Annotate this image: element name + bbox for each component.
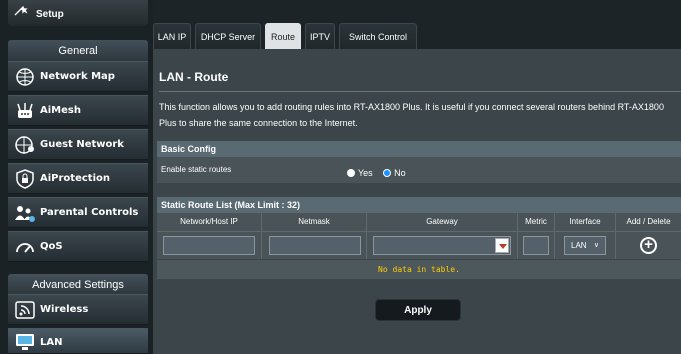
no-radio-label: No: [394, 167, 406, 178]
title-divider: [159, 91, 681, 92]
sidebar: Setup General Network Map AiMesh Guest N…: [0, 0, 153, 354]
sidebar-item-parental-controls[interactable]: Parental Controls: [8, 197, 148, 228]
col-gateway: Gateway: [426, 217, 458, 226]
tab-route[interactable]: Route: [265, 23, 301, 49]
sidebar-item-aiprotection[interactable]: AiProtection: [8, 163, 148, 194]
setup-label: Setup: [36, 9, 64, 20]
setup-button[interactable]: Setup: [8, 0, 148, 26]
router-admin-window: Setup General Network Map AiMesh Guest N…: [0, 0, 681, 354]
interface-select[interactable]: LAN ∨: [564, 236, 606, 255]
guest-network-icon: [15, 136, 34, 154]
chevron-down-icon: ∨: [593, 242, 599, 249]
dropdown-arrow-icon: [495, 238, 509, 253]
tab-iptv[interactable]: IPTV: [305, 23, 335, 49]
sidebar-item-network-map[interactable]: Network Map: [8, 61, 148, 92]
gateway-select[interactable]: [373, 236, 511, 255]
gauge-icon: [16, 243, 34, 253]
shield-lock-icon: [16, 169, 34, 189]
tab-dhcp-server[interactable]: DHCP Server: [195, 23, 261, 49]
sidebar-item-qos[interactable]: QoS: [8, 231, 148, 262]
col-network-ip: Network/Host IP: [180, 217, 238, 226]
sidebar-item-guest-network[interactable]: Guest Network: [8, 129, 148, 160]
sidebar-item-label: Parental Controls: [40, 207, 139, 218]
wand-icon: [14, 6, 28, 16]
sidebar-item-label: Guest Network: [40, 139, 124, 150]
no-radio[interactable]: [383, 168, 392, 177]
sidebar-item-label: LAN: [40, 337, 63, 348]
static-routes-label: Enable static routes: [161, 165, 232, 174]
yes-radio-label: Yes: [358, 167, 373, 178]
apply-button[interactable]: Apply: [375, 299, 461, 321]
sidebar-item-lan[interactable]: LAN: [8, 328, 148, 354]
tab-switch-control[interactable]: Switch Control: [339, 23, 417, 49]
col-add-delete: Add / Delete: [626, 217, 671, 226]
content-panel: LAN - Route This function allows you to …: [153, 49, 681, 354]
general-group-label: General: [8, 40, 148, 62]
monitor-icon: [16, 334, 34, 350]
page-description: This function allows you to add routing …: [159, 102, 664, 128]
route-list-header: Static Route List (Max Limit : 32): [157, 197, 681, 213]
header-divider: [157, 231, 681, 232]
sidebar-item-aimesh[interactable]: AiMesh: [8, 95, 148, 126]
col-metric: Metric: [525, 217, 547, 226]
sidebar-item-label: AiProtection: [40, 173, 110, 184]
sidebar-item-label: Wireless: [40, 304, 89, 315]
yes-radio[interactable]: [347, 168, 355, 177]
add-route-button[interactable]: +: [640, 237, 657, 254]
sidebar-item-wireless[interactable]: Wireless: [8, 294, 148, 325]
route-table: Network/Host IP Netmask Gateway Metric I…: [157, 213, 681, 259]
basic-config-header: Basic Config: [157, 141, 681, 157]
interface-value: LAN: [571, 241, 587, 250]
static-routes-radio-group: Yes No: [347, 164, 412, 182]
no-data-message: No data in table.: [157, 260, 681, 279]
sidebar-item-label: QoS: [40, 241, 63, 252]
page-title: LAN - Route: [159, 70, 229, 84]
wireless-icon: [15, 301, 35, 319]
static-routes-row: Enable static routes Yes No: [157, 157, 681, 183]
tab-lan-ip[interactable]: LAN IP: [153, 23, 191, 49]
parental-controls-icon: [15, 206, 35, 222]
col-interface: Interface: [569, 217, 601, 226]
metric-input[interactable]: [523, 236, 549, 255]
sidebar-item-label: Network Map: [40, 71, 115, 82]
advanced-settings-group-label: Advanced Settings: [8, 274, 148, 296]
network-ip-input[interactable]: [163, 236, 255, 255]
netmask-input[interactable]: [269, 236, 361, 255]
network-map-icon: [16, 68, 34, 86]
aimesh-icon: [17, 103, 33, 118]
sidebar-item-label: AiMesh: [40, 105, 81, 116]
main-content: LAN IP DHCP Server Route IPTV Switch Con…: [153, 0, 681, 354]
col-netmask: Netmask: [298, 217, 330, 226]
